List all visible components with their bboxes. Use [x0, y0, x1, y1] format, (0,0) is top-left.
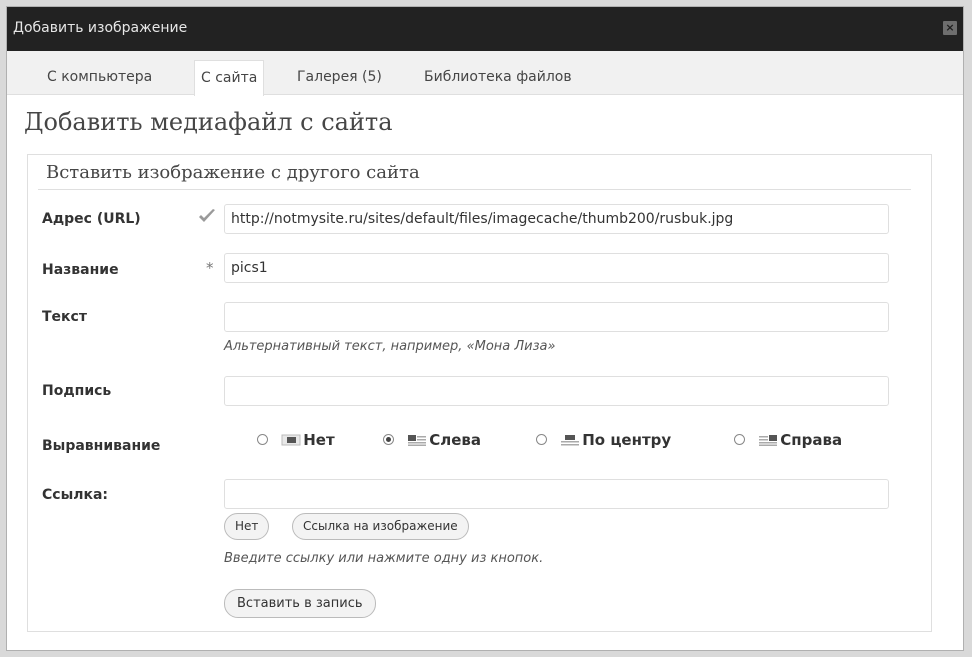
close-icon[interactable]: ×	[943, 21, 957, 35]
tab-bar: С компьютера С сайта Галерея (5) Библиот…	[7, 51, 963, 96]
page-title: Добавить медиафайл с сайта	[24, 108, 393, 136]
dialog-title: Добавить изображение	[13, 20, 188, 36]
align-center-label: По центру	[582, 431, 672, 449]
insert-into-post-button[interactable]: Вставить в запись	[224, 589, 376, 618]
link-hint: Введите ссылку или нажмите одну из кнопо…	[224, 551, 544, 566]
align-option-left[interactable]: Слева	[383, 431, 482, 449]
align-none-icon	[281, 434, 301, 445]
tab-from-computer[interactable]: С компьютера	[41, 60, 158, 95]
tab-gallery[interactable]: Галерея (5)	[291, 60, 388, 95]
radio-center[interactable]	[536, 434, 547, 445]
radio-right[interactable]	[734, 434, 745, 445]
dialog-titlebar: Добавить изображение ×	[7, 7, 963, 51]
checkmark-icon	[197, 207, 217, 229]
link-to-image-button[interactable]: Ссылка на изображение	[292, 513, 469, 540]
link-input[interactable]	[224, 479, 889, 509]
tab-media-library[interactable]: Библиотека файлов	[418, 60, 578, 95]
alignment-label: Выравнивание	[42, 438, 161, 454]
align-right-label: Справа	[780, 431, 843, 449]
align-option-right[interactable]: Справа	[734, 431, 843, 449]
align-left-label: Слева	[429, 431, 482, 449]
section-title: Вставить изображение с другого сайта	[46, 162, 420, 183]
align-option-center[interactable]: По центру	[536, 431, 672, 449]
alt-text-label: Текст	[42, 309, 87, 325]
align-left-icon	[408, 434, 427, 446]
align-center-icon	[561, 434, 580, 445]
required-mark: *	[206, 259, 214, 277]
link-label: Ссылка:	[42, 487, 109, 503]
section-divider	[38, 189, 911, 190]
url-label: Адрес (URL)	[42, 211, 141, 227]
caption-input[interactable]	[224, 376, 889, 406]
title-input[interactable]: pics1	[224, 253, 889, 283]
radio-none[interactable]	[257, 434, 268, 445]
link-none-button[interactable]: Нет	[224, 513, 270, 540]
alt-text-input[interactable]	[224, 302, 889, 332]
title-label: Название	[42, 262, 119, 278]
align-right-icon	[759, 434, 778, 446]
tab-from-url[interactable]: С сайта	[194, 60, 265, 96]
align-option-none[interactable]: Нет	[257, 431, 335, 449]
radio-left[interactable]	[383, 434, 394, 445]
url-input[interactable]: http://notmysite.ru/sites/default/files/…	[224, 204, 889, 234]
align-none-label: Нет	[303, 431, 335, 449]
caption-label: Подпись	[42, 383, 112, 399]
alt-text-hint: Альтернативный текст, например, «Мона Ли…	[224, 339, 556, 354]
